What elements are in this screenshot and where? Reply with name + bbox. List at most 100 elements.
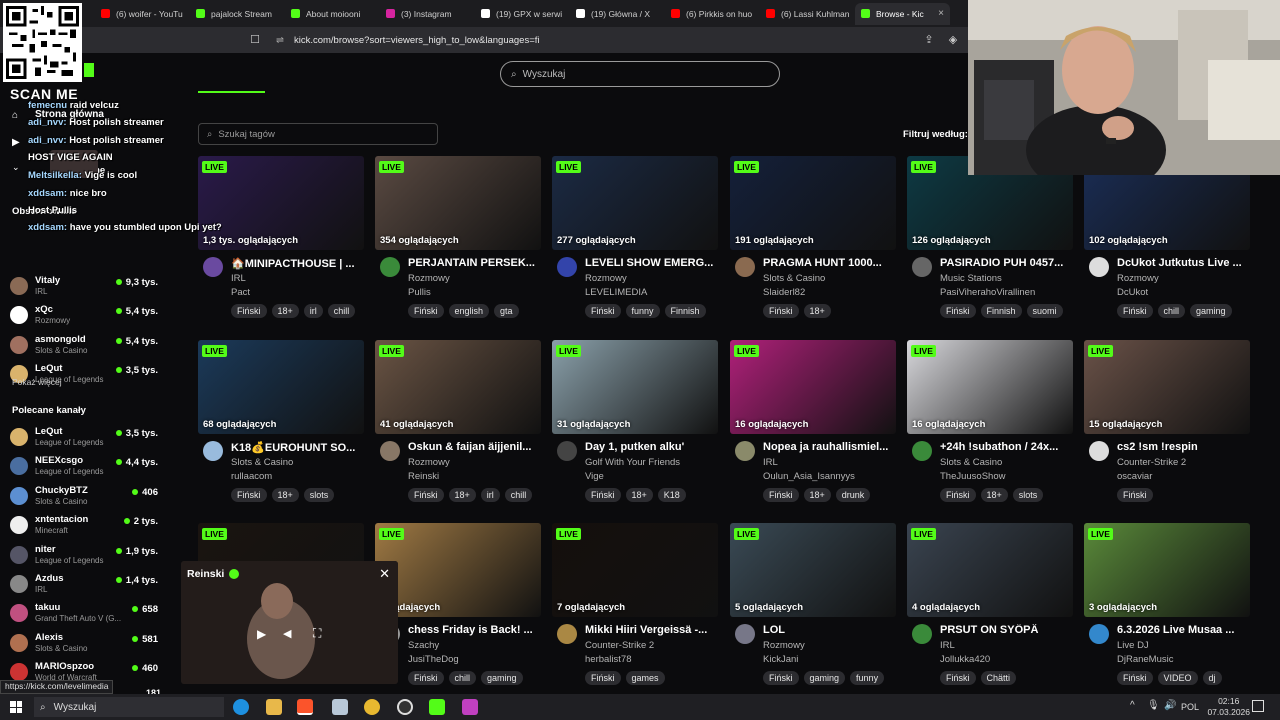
video-icon[interactable]: ▶ <box>12 137 20 148</box>
streamer-name[interactable]: Reinski <box>408 471 439 482</box>
taskbar-search[interactable]: ⌕ Wyszukaj <box>34 697 224 717</box>
streamer-avatar[interactable] <box>1089 624 1109 644</box>
tag-chip[interactable]: chill <box>1157 304 1186 318</box>
site-info-icon[interactable]: ⇌ <box>276 35 284 46</box>
stream-thumbnail[interactable]: LIVE 16 oglądających <box>907 340 1073 434</box>
stream-thumbnail[interactable]: LIVE 7 oglądających <box>552 523 718 617</box>
stream-title[interactable]: Nopea ja rauhallismiel... <box>763 441 895 453</box>
tag-chip[interactable]: irl <box>303 304 323 318</box>
tag-chip[interactable]: Fiński <box>585 488 621 502</box>
tag-chip[interactable]: K18 <box>657 488 686 502</box>
streamer-avatar[interactable] <box>912 257 932 277</box>
tag-chip[interactable]: Finnish <box>664 304 706 318</box>
browser-tab[interactable]: (3) Instagram <box>380 3 475 25</box>
tag-chip[interactable]: Fiński <box>408 488 444 502</box>
stream-thumbnail[interactable]: LIVE 15 oglądających <box>1084 340 1250 434</box>
sidebar-channel[interactable]: xntentacion Minecraft 2 tys. <box>10 511 160 539</box>
sidebar-channel[interactable]: Vitaly IRL 9,3 tys. <box>10 272 160 300</box>
speaker-icon[interactable]: 🔊 <box>1164 700 1176 711</box>
stream-category[interactable]: Rozmowy <box>408 273 450 284</box>
tag-chip[interactable]: Fiński <box>585 671 621 685</box>
close-icon[interactable]: ✕ <box>379 566 390 582</box>
streamer-avatar[interactable] <box>912 441 932 461</box>
tag-chip[interactable]: gta <box>494 304 519 318</box>
stream-category[interactable]: Rozmowy <box>585 273 627 284</box>
stream-title[interactable]: 🏠MINIPACTHOUSE | ... <box>231 257 363 270</box>
streamer-name[interactable]: DcUkot <box>1117 287 1148 298</box>
streamer-avatar[interactable] <box>735 624 755 644</box>
tag-chip[interactable]: 18+ <box>271 488 299 502</box>
stream-title[interactable]: chess Friday is Back! ... <box>408 624 540 636</box>
tag-chip[interactable]: chill <box>448 671 477 685</box>
sidebar-channel[interactable]: ChuckyBTZ Slots & Casino 406 <box>10 482 160 510</box>
stream-title[interactable]: +24h !subathon / 24x... <box>940 441 1072 453</box>
tag-chip[interactable]: Fiński <box>408 304 444 318</box>
stream-category[interactable]: IRL <box>231 273 246 284</box>
stream-thumbnail[interactable]: LIVE 277 oglądających <box>552 156 718 250</box>
stream-card[interactable]: LIVE 31 oglądających Day 1, putken alku' Go… <box>552 340 718 510</box>
stream-card[interactable]: LIVE 191 oglądających PRAGMA HUNT 1000... S… <box>730 156 896 326</box>
stream-card[interactable]: LIVE 5 oglądających LOL Rozmowy KickJani Fińs… <box>730 523 896 693</box>
tag-chip[interactable]: Fiński <box>1117 671 1153 685</box>
streamer-name[interactable]: rullaacom <box>231 471 272 482</box>
file-explorer-icon[interactable] <box>266 699 282 715</box>
stream-card[interactable]: LIVE 16 oglądających Nopea ja rauhallismie… <box>730 340 896 510</box>
streamer-avatar[interactable] <box>1089 257 1109 277</box>
streamer-name[interactable]: PasiViherahoVirallinen <box>940 287 1035 298</box>
brave-icon[interactable] <box>297 699 313 715</box>
stream-title[interactable]: PERJANTAIN PERSEK... <box>408 257 540 269</box>
stream-card[interactable]: LIVE oglądających chess Friday is Back! ..… <box>375 523 541 693</box>
tag-chip[interactable]: 18+ <box>271 304 299 318</box>
stream-category[interactable]: Counter-Strike 2 <box>1117 457 1186 468</box>
browser-tab[interactable]: Browse - Kic × <box>855 2 950 25</box>
streamer-avatar[interactable] <box>380 441 400 461</box>
tag-chip[interactable]: Fiński <box>1117 304 1153 318</box>
browser-tab[interactable]: (6) Lassi Kuhlman <box>760 3 855 25</box>
streamer-avatar[interactable] <box>557 257 577 277</box>
stream-category[interactable]: Rozmowy <box>1117 273 1159 284</box>
tag-chip[interactable]: Chätti <box>980 671 1017 685</box>
tag-chip[interactable]: 18+ <box>803 304 831 318</box>
stream-title[interactable]: LEVELI SHOW EMERG... <box>585 257 717 269</box>
streamer-name[interactable]: oscaviar <box>1117 471 1152 482</box>
stream-thumbnail[interactable]: LIVE 68 oglądających <box>198 340 364 434</box>
stream-card[interactable]: LIVE 277 oglądających LEVELI SHOW EMERG...… <box>552 156 718 326</box>
tag-chip[interactable]: english <box>448 304 490 318</box>
stream-title[interactable]: Oskun & faijan äijjenil... <box>408 441 540 453</box>
stream-thumbnail[interactable]: LIVE 5 oglądających <box>730 523 896 617</box>
stream-category[interactable]: Slots & Casino <box>231 457 293 468</box>
tag-chip[interactable]: drunk <box>835 488 871 502</box>
sidebar-channel[interactable]: xQc Rozmowy 5,4 tys. <box>10 301 160 329</box>
tag-chip[interactable]: Fiński <box>1117 488 1153 502</box>
tag-chip[interactable]: Fiński <box>231 488 267 502</box>
tag-chip[interactable]: Fiński <box>763 671 799 685</box>
tag-chip[interactable]: dj <box>1202 671 1222 685</box>
tag-chip[interactable]: games <box>625 671 665 685</box>
streamer-avatar[interactable] <box>735 441 755 461</box>
kick-app-icon[interactable] <box>429 699 445 715</box>
tag-chip[interactable]: Fiński <box>763 304 799 318</box>
stream-thumbnail[interactable]: LIVE oglądających <box>375 523 541 617</box>
mic-icon[interactable]: 🎙 <box>1147 700 1160 711</box>
stream-card[interactable]: LIVE 41 oglądających Oskun & faijan äijjen… <box>375 340 541 510</box>
obs-icon[interactable] <box>397 699 413 715</box>
browser-tab[interactable]: (19) Główna / X <box>570 3 665 25</box>
sidebar-channel[interactable]: asmongold Slots & Casino 5,4 tys. <box>10 331 160 359</box>
stream-title[interactable]: Day 1, putken alku' <box>585 441 717 453</box>
sidebar-channel[interactable]: LeQut League of Legends 3,5 tys. <box>10 423 160 451</box>
fullscreen-icon[interactable]: ⛶ <box>313 626 321 641</box>
stream-category[interactable]: Music Stations <box>940 273 1002 284</box>
tag-chip[interactable]: funny <box>850 671 885 685</box>
stream-thumbnail[interactable]: LIVE 4 oglądających <box>907 523 1073 617</box>
stream-thumbnail[interactable]: LIVE 191 oglądających <box>730 156 896 250</box>
tag-chip[interactable]: suomi <box>1026 304 1063 318</box>
tag-chip[interactable]: gaming <box>1190 304 1232 318</box>
stream-card[interactable]: LIVE 3 oglądających 6.3.2026 Live Musaa ..… <box>1084 523 1250 693</box>
streamer-avatar[interactable] <box>203 257 223 277</box>
streamer-name[interactable]: LEVELIMEDIA <box>585 287 647 298</box>
stream-thumbnail[interactable]: LIVE 354 oglądających <box>375 156 541 250</box>
tag-chip[interactable]: chill <box>504 488 533 502</box>
tag-chip[interactable]: 18+ <box>448 488 476 502</box>
browser-tab[interactable]: (6) woifer - YouTu <box>95 3 190 25</box>
chevron-down-icon[interactable]: ⌄ <box>12 162 20 173</box>
